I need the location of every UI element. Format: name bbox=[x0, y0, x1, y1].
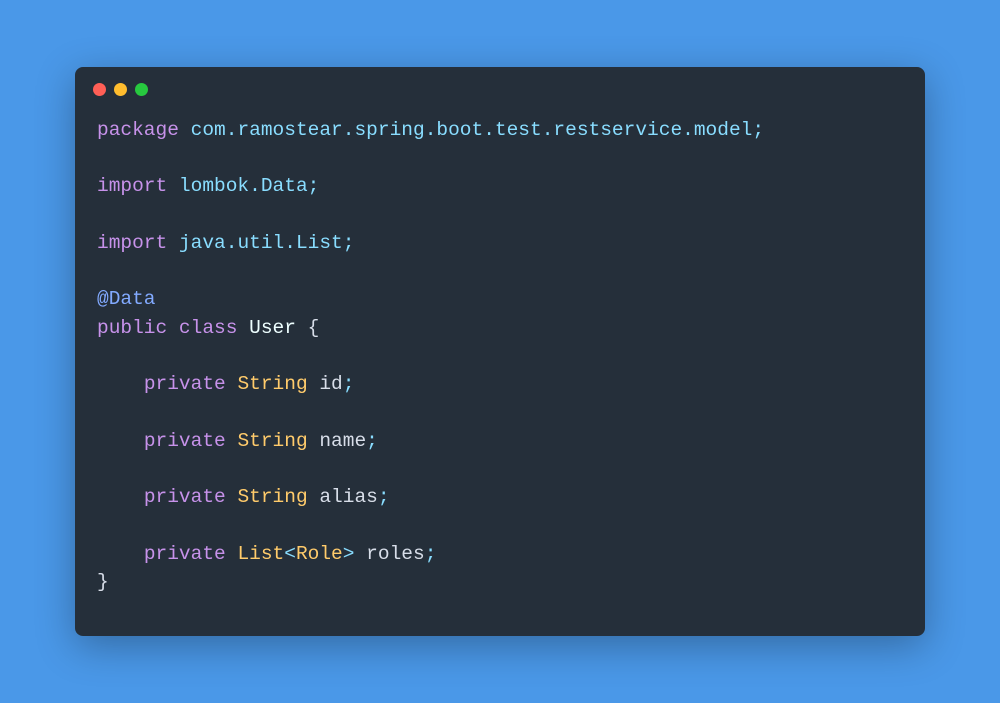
field-name: id bbox=[319, 373, 342, 395]
dot: . bbox=[542, 119, 554, 141]
semicolon: ; bbox=[378, 486, 390, 508]
dot: . bbox=[249, 175, 261, 197]
package-seg: spring bbox=[354, 119, 424, 141]
minimize-icon[interactable] bbox=[114, 83, 127, 96]
field-name: roles bbox=[366, 543, 425, 565]
dot: . bbox=[226, 232, 238, 254]
dot: . bbox=[284, 232, 296, 254]
import-seg: java bbox=[179, 232, 226, 254]
semicolon: ; bbox=[343, 373, 355, 395]
field-name: name bbox=[319, 430, 366, 452]
semicolon: ; bbox=[343, 232, 355, 254]
dot: . bbox=[682, 119, 694, 141]
generic-type: Role bbox=[296, 543, 343, 565]
package-seg: ramostear bbox=[237, 119, 342, 141]
type-string: String bbox=[237, 373, 307, 395]
field-name: alias bbox=[319, 486, 378, 508]
keyword-private: private bbox=[144, 486, 226, 508]
angle-close: > bbox=[343, 543, 355, 565]
dot: . bbox=[483, 119, 495, 141]
import-seg: List bbox=[296, 232, 343, 254]
semicolon: ; bbox=[366, 430, 378, 452]
package-seg: boot bbox=[436, 119, 483, 141]
import-seg: Data bbox=[261, 175, 308, 197]
code-block: package com.ramostear.spring.boot.test.r… bbox=[75, 104, 925, 637]
open-brace: { bbox=[308, 317, 320, 339]
package-seg: restservice bbox=[553, 119, 682, 141]
semicolon: ; bbox=[425, 543, 437, 565]
class-name: User bbox=[249, 317, 296, 339]
keyword-import: import bbox=[97, 175, 167, 197]
keyword-public: public bbox=[97, 317, 167, 339]
annotation-data: @Data bbox=[97, 288, 156, 310]
keyword-package: package bbox=[97, 119, 179, 141]
import-seg: lombok bbox=[179, 175, 249, 197]
maximize-icon[interactable] bbox=[135, 83, 148, 96]
type-string: String bbox=[237, 486, 307, 508]
dot: . bbox=[226, 119, 238, 141]
close-brace: } bbox=[97, 571, 109, 593]
type-list: List bbox=[237, 543, 284, 565]
import-seg: util bbox=[237, 232, 284, 254]
keyword-class: class bbox=[179, 317, 238, 339]
package-seg: model bbox=[694, 119, 753, 141]
package-seg: com bbox=[191, 119, 226, 141]
keyword-private: private bbox=[144, 373, 226, 395]
package-seg: test bbox=[495, 119, 542, 141]
close-icon[interactable] bbox=[93, 83, 106, 96]
keyword-private: private bbox=[144, 543, 226, 565]
angle-open: < bbox=[284, 543, 296, 565]
dot: . bbox=[425, 119, 437, 141]
semicolon: ; bbox=[752, 119, 764, 141]
type-string: String bbox=[237, 430, 307, 452]
keyword-private: private bbox=[144, 430, 226, 452]
semicolon: ; bbox=[308, 175, 320, 197]
dot: . bbox=[343, 119, 355, 141]
window-titlebar bbox=[75, 67, 925, 104]
code-window: package com.ramostear.spring.boot.test.r… bbox=[75, 67, 925, 637]
keyword-import: import bbox=[97, 232, 167, 254]
